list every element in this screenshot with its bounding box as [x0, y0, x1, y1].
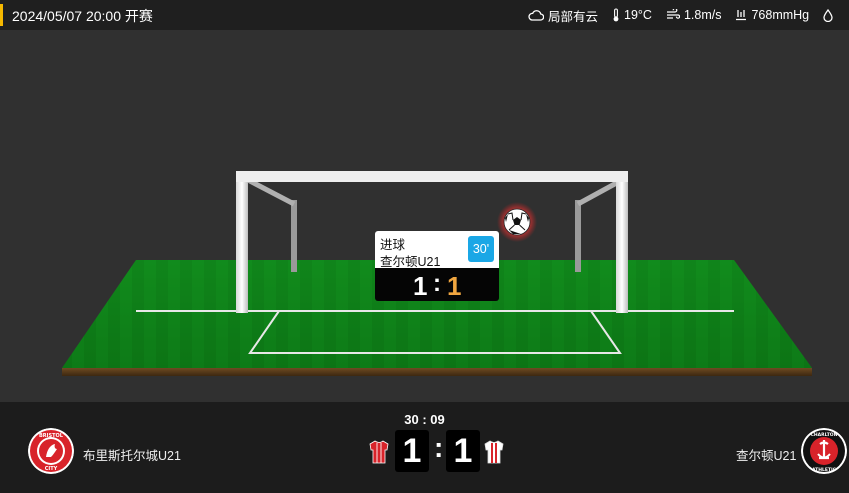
- pressure-value: 768mmHg: [751, 8, 810, 22]
- bristol-city-crest-icon: BRISTOL CITY: [28, 428, 74, 474]
- away-kit-icon: [484, 440, 504, 464]
- match-datetime: 2024/05/07 20:00 开赛: [12, 6, 153, 26]
- svg-text:BRISTOL: BRISTOL: [39, 433, 64, 439]
- match-clock: 30 : 09: [404, 412, 445, 427]
- goal-post-left: [236, 171, 248, 313]
- kickoff-time: 2024/05/07 20:00: [12, 8, 121, 24]
- cloud-icon: [528, 10, 544, 21]
- wind-value: 1.8m/s: [683, 8, 722, 22]
- home-kit-icon: [369, 440, 389, 464]
- goal-crossbar: [236, 171, 628, 182]
- football-icon: [503, 208, 531, 236]
- match-header-bar: 2024/05/07 20:00 开赛 局部有云 19°C 1.8m/s 768…: [0, 0, 849, 30]
- charlton-athletic-crest-icon: CHARLTON ATHLETIC: [801, 428, 847, 474]
- home-team-name: 布里斯托尔城U21: [83, 449, 181, 463]
- weather-pressure: 768mmHg: [735, 8, 809, 22]
- away-team-name: 查尔顿U21: [736, 449, 797, 463]
- event-score-away: 1: [447, 271, 462, 301]
- goal-back-stay-right: [576, 177, 624, 207]
- wind-icon: [666, 9, 680, 19]
- header-accent: [0, 4, 3, 26]
- event-score-home: 1: [413, 271, 428, 301]
- temperature-value: 19°C: [624, 8, 652, 22]
- humidity-icon: [823, 8, 833, 22]
- goal-event-header: 进球 查尔顿U21 30': [375, 231, 499, 269]
- svg-text:ATHLETIC: ATHLETIC: [812, 467, 837, 473]
- weather-panel: 局部有云 19°C 1.8m/s 768mmHg: [528, 0, 833, 30]
- weather-condition: 局部有云: [528, 6, 598, 25]
- weather-temperature: 19°C: [612, 8, 652, 22]
- weather-condition-label: 局部有云: [548, 9, 599, 24]
- svg-text:CHARLTON: CHARLTON: [811, 432, 838, 438]
- weather-wind: 1.8m/s: [666, 8, 722, 22]
- event-score: 1 : 1: [375, 268, 499, 301]
- event-score-separator: :: [433, 270, 441, 297]
- match-animation-stage: 进球 查尔顿U21 30' 1 : 1: [0, 30, 849, 402]
- pitch-scene: [62, 171, 812, 376]
- event-minute-badge: 30': [468, 236, 494, 262]
- away-score: 1: [446, 430, 480, 472]
- match-status: 开赛: [124, 8, 153, 24]
- goal-post-right: [616, 171, 628, 313]
- pitch-soil-edge: [62, 368, 812, 376]
- pressure-icon: [736, 10, 747, 21]
- goal-event-popup: 进球 查尔顿U21 30' 1 : 1: [375, 231, 499, 301]
- scoreboard-bar: BRISTOL CITY 布里斯托尔城U21 30 : 09 1 : 1 查尔顿…: [0, 402, 849, 493]
- thermometer-icon: [613, 8, 619, 22]
- goal-back-stay-left: [246, 177, 296, 207]
- svg-text:CITY: CITY: [45, 466, 58, 472]
- home-score: 1: [395, 430, 429, 472]
- score-separator: :: [434, 432, 444, 463]
- weather-extra: [823, 8, 833, 22]
